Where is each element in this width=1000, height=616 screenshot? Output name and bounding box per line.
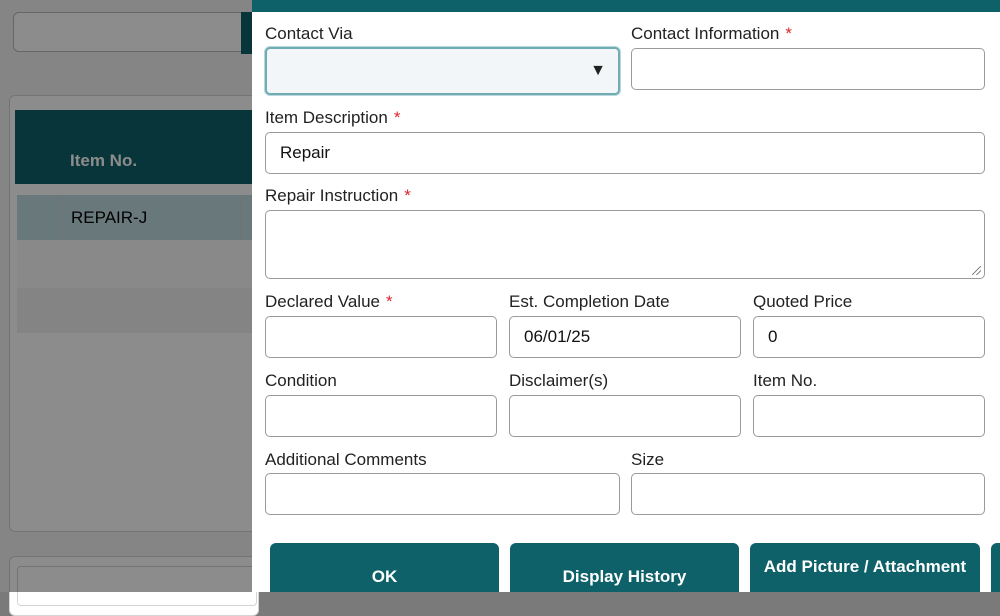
size-field[interactable] [631,473,985,515]
required-marker: * [385,292,393,311]
ok-button-label: OK [371,567,398,586]
contact-via-label-text: Contact Via [265,24,353,43]
item-no-label-text: Item No. [753,371,818,390]
est-completion-date-label-text: Est. Completion Date [509,292,670,311]
est-completion-date-value: 06/01/25 [524,327,591,346]
declared-value-label: Declared Value * [265,292,393,312]
item-description-label: Item Description * [265,108,400,128]
declared-value-label-text: Declared Value [265,292,380,311]
additional-comments-field[interactable] [265,473,620,515]
quoted-price-field[interactable]: 0 [753,316,985,358]
display-history-button[interactable]: Display History [510,543,739,592]
quoted-price-label: Quoted Price [753,292,852,312]
additional-comments-label: Additional Comments [265,450,427,470]
disclaimers-field[interactable] [509,395,741,437]
item-no-label: Item No. [753,371,817,391]
repair-instruction-label-text: Repair Instruction [265,186,399,205]
declared-value-field[interactable] [265,316,497,358]
repair-item-dialog: Contact Via ▼ Contact Information * Item … [252,0,1000,592]
condition-field[interactable] [265,395,497,437]
est-completion-date-label: Est. Completion Date [509,292,670,312]
contact-information-label: Contact Information * [631,24,792,44]
resize-handle-icon[interactable] [972,266,981,275]
condition-label-text: Condition [265,371,337,390]
contact-information-label-text: Contact Information [631,24,780,43]
item-description-label-text: Item Description [265,108,388,127]
repair-instruction-textarea[interactable] [265,210,985,279]
size-label-text: Size [631,450,665,469]
item-description-field[interactable]: Repair [265,132,985,174]
quoted-price-value: 0 [768,327,778,346]
display-history-button-label: Display History [562,567,687,586]
disclaimers-label-text: Disclaimer(s) [509,371,609,390]
ok-button[interactable]: OK [270,543,499,592]
caret-down-icon: ▼ [590,62,606,79]
add-picture-button-label: Add Picture / Attachment [763,557,967,576]
disclaimers-label: Disclaimer(s) [509,371,608,391]
contact-via-label: Contact Via [265,24,353,44]
dialog-header-bar [252,0,1000,12]
est-completion-date-field[interactable]: 06/01/25 [509,316,741,358]
contact-information-field[interactable] [631,48,985,90]
required-marker: * [393,108,401,127]
repair-instruction-label: Repair Instruction * [265,186,411,206]
required-marker: * [785,24,792,43]
condition-label: Condition [265,371,337,391]
additional-comments-label-text: Additional Comments [265,450,427,469]
more-button[interactable] [991,543,1000,592]
item-description-value: Repair [280,143,331,162]
quoted-price-label-text: Quoted Price [753,292,853,311]
add-picture-attachment-button[interactable]: Add Picture / Attachment [750,543,980,592]
size-label: Size [631,450,664,470]
item-no-field[interactable] [753,395,985,437]
contact-via-select[interactable]: ▼ [265,47,620,95]
required-marker: * [404,186,411,205]
